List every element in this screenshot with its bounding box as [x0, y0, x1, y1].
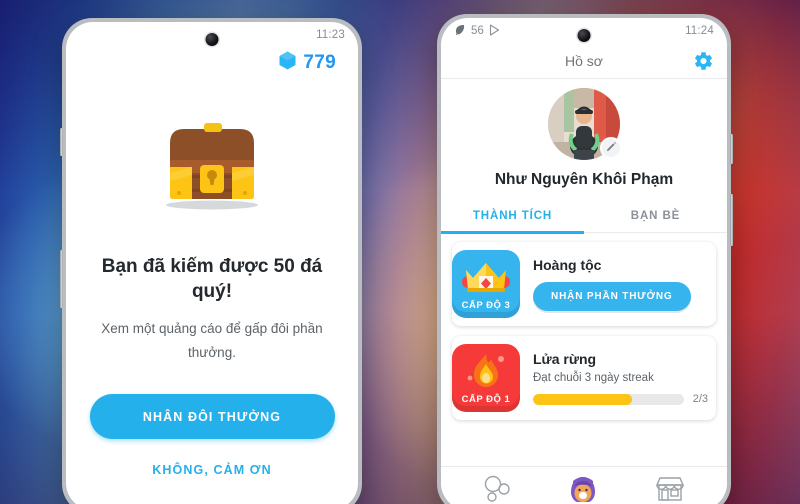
avatar-wrap[interactable]: [548, 88, 622, 160]
progress-text: 2/3: [692, 393, 708, 405]
phone-left-screen: 11:23 779 Bạn đã kiếm được 50 đá quý! Xe…: [66, 22, 358, 504]
tab-active-indicator: [441, 231, 584, 234]
claim-reward-button[interactable]: NHẬN PHẦN THƯỞNG: [533, 282, 691, 311]
tab-friends[interactable]: BẠN BÈ: [584, 201, 727, 232]
progress-fill: [533, 393, 633, 405]
treasure-chest-illustration: [148, 105, 276, 222]
achievement-list: CẤP ĐỘ 3 Hoàng tộc NHẬN PHẦN THƯỞNG CẤP …: [441, 233, 727, 466]
achievement-body: Lửa rừng Đạt chuỗi 3 ngày streak 2/3: [533, 351, 708, 405]
store-icon: [654, 476, 686, 504]
tab-achievements[interactable]: THÀNH TÍCH: [441, 201, 584, 232]
profile-header: Như Nguyên Khôi Phạm: [441, 79, 727, 189]
achievement-progress: 2/3: [533, 393, 708, 405]
gem-icon: [279, 51, 296, 75]
no-thanks-button[interactable]: KHÔNG, CẢM ƠN: [152, 463, 271, 477]
achievement-level: CẤP ĐỘ 1: [461, 394, 511, 405]
achievement-badge: CẤP ĐỘ 3: [452, 250, 520, 318]
front-camera-left: [205, 33, 219, 46]
progress-track: [533, 393, 684, 405]
power-button-right[interactable]: [730, 194, 733, 246]
gear-icon: [693, 52, 714, 75]
flame-icon: [460, 352, 512, 397]
edit-avatar-button[interactable]: [600, 137, 622, 159]
profile-screen: 56 11:24 Hồ sơ Như Nguyên Khôi Phạm THÀN…: [441, 18, 727, 504]
reward-body: Bạn đã kiếm được 50 đá quý! Xem một quản…: [66, 75, 358, 504]
achievement-card[interactable]: CẤP ĐỘ 3 Hoàng tộc NHẬN PHẦN THƯỞNG: [452, 242, 716, 326]
power-button[interactable]: [60, 250, 63, 308]
double-reward-button[interactable]: NHÂN ĐÔI THƯỞNG: [89, 394, 335, 440]
avatar-character-icon: [567, 476, 599, 504]
volume-button-right[interactable]: [730, 134, 733, 164]
play-store-icon: [489, 23, 500, 39]
pencil-icon: [606, 139, 617, 157]
phone-right: 56 11:24 Hồ sơ Như Nguyên Khôi Phạm THÀN…: [437, 14, 733, 504]
status-time-left: 11:23: [316, 29, 345, 41]
reward-subtitle: Xem một quảng cáo để gấp đôi phần thưởng…: [101, 321, 323, 360]
reward-title: Bạn đã kiếm được 50 đá quý!: [101, 256, 323, 303]
achievement-badge: CẤP ĐỘ 1: [452, 344, 520, 412]
nav-profile-button[interactable]: [555, 471, 611, 504]
tab-divider: [441, 231, 727, 234]
page-title: Hồ sơ: [565, 53, 603, 69]
gem-counter[interactable]: 779: [66, 48, 358, 75]
reward-screen: 11:23 779 Bạn đã kiếm được 50 đá quý! Xe…: [66, 22, 358, 504]
nav-store-button[interactable]: [642, 471, 698, 504]
achievement-title: Hoàng tộc: [533, 257, 602, 273]
achievement-body: Hoàng tộc NHẬN PHẦN THƯỞNG: [533, 257, 708, 311]
phone-right-screen: 56 11:24 Hồ sơ Như Nguyên Khôi Phạm THÀN…: [441, 18, 727, 504]
status-time-right: 11:24: [685, 25, 714, 37]
front-camera-right: [577, 29, 591, 42]
achievement-card[interactable]: CẤP ĐỘ 1 Lửa rừng Đạt chuỗi 3 ngày strea…: [452, 336, 716, 420]
profile-name: Như Nguyên Khôi Phạm: [494, 171, 674, 188]
volume-up-button[interactable]: [60, 128, 63, 156]
phone-left: 11:23 779 Bạn đã kiếm được 50 đá quý! Xe…: [60, 18, 362, 504]
settings-button[interactable]: [693, 51, 714, 72]
notification-count: 56: [471, 25, 484, 37]
bottom-navigation: [441, 466, 727, 504]
gem-count: 779: [303, 52, 336, 73]
bubbles-icon: [482, 475, 512, 504]
profile-tabs: THÀNH TÍCH BẠN BÈ: [441, 201, 727, 232]
achievement-level: CẤP ĐỘ 3: [461, 300, 511, 311]
achievement-description: Đạt chuỗi 3 ngày streak: [533, 372, 654, 384]
leaf-notification-icon: [454, 24, 466, 39]
crown-icon: [460, 258, 512, 301]
nav-bubbles-button[interactable]: [470, 471, 524, 504]
achievement-title: Lửa rừng: [533, 351, 597, 367]
app-bar: Hồ sơ: [441, 44, 727, 78]
